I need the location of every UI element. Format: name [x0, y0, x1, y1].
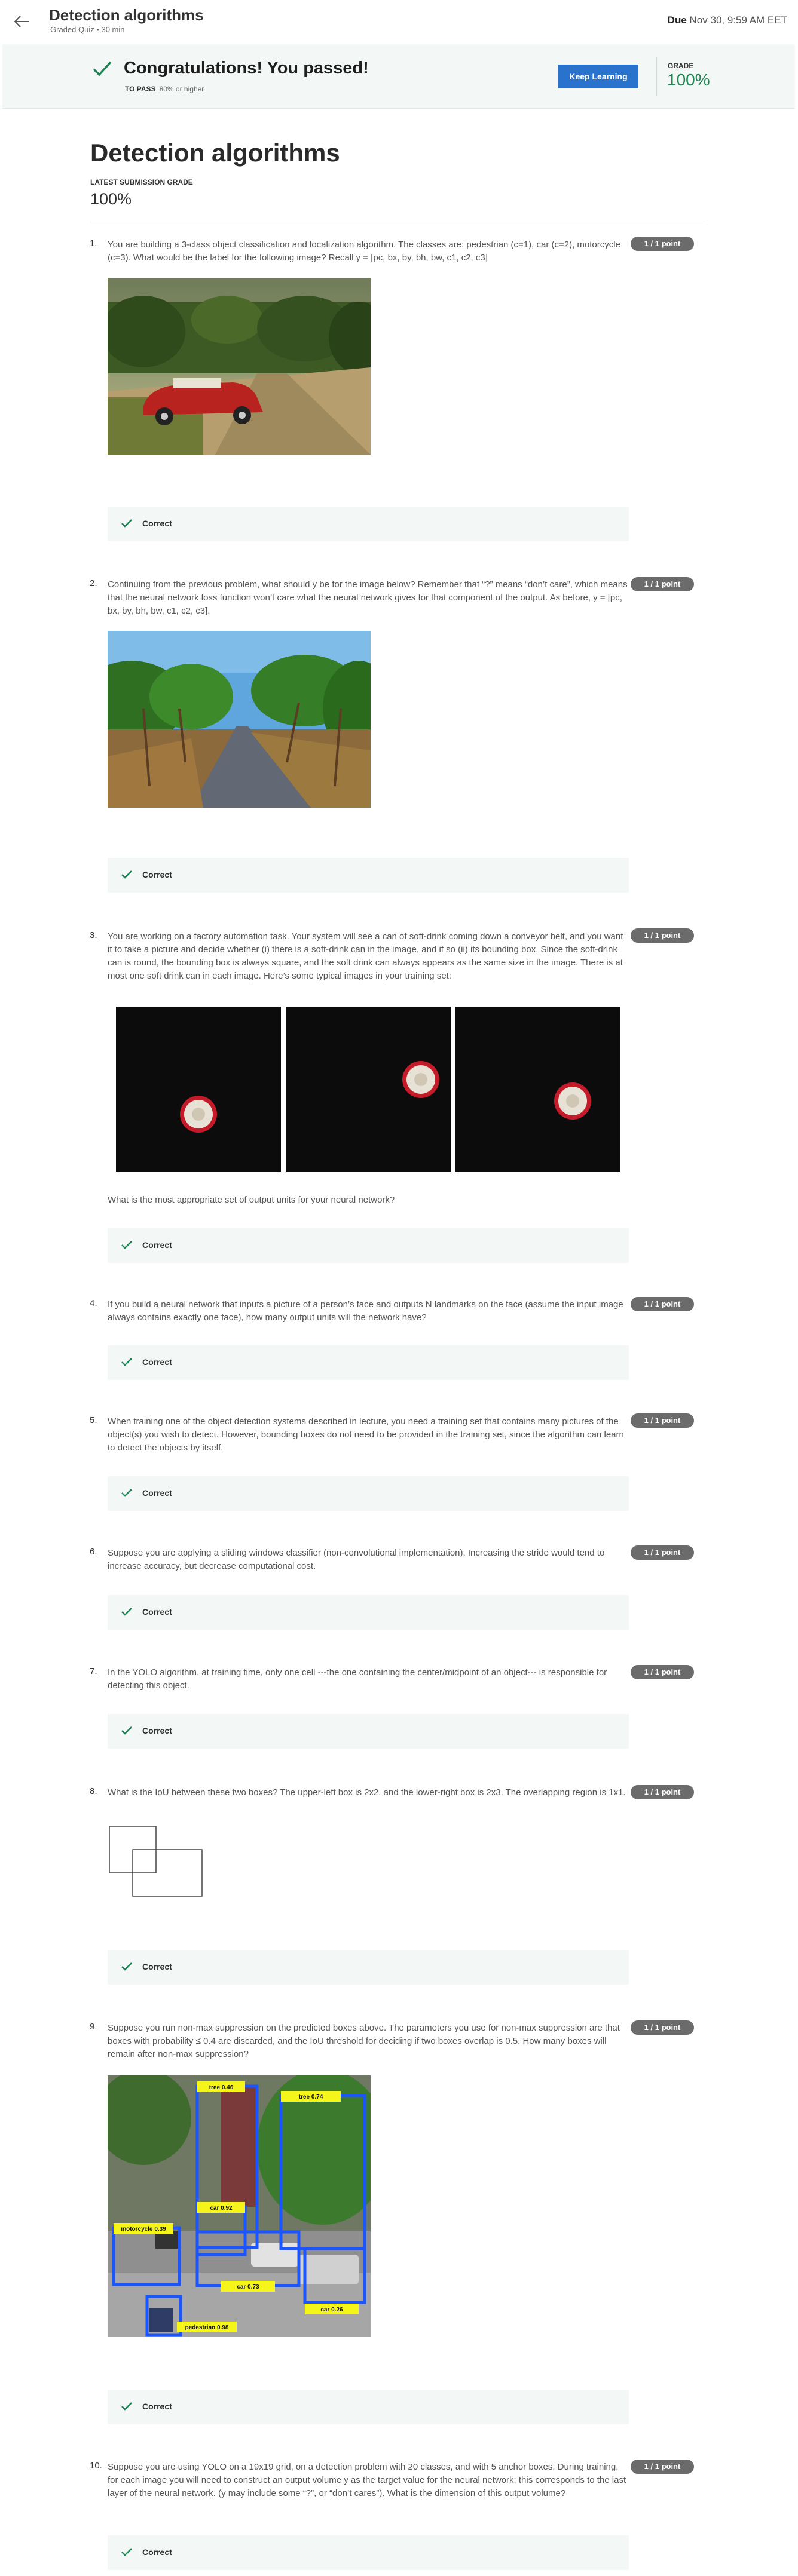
- detection-label: car 0.26: [320, 2307, 343, 2313]
- feedback-correct: Correct: [108, 858, 629, 893]
- due-label: Due: [667, 14, 687, 26]
- check-icon: [121, 1489, 132, 1497]
- question-text: What is the IoU between these two boxes?…: [108, 1787, 626, 1798]
- check-icon: [121, 1962, 132, 1971]
- feedback-label: Correct: [142, 1240, 172, 1250]
- feedback-correct: Correct: [108, 1714, 629, 1749]
- pass-requirement: TO PASS 80% or higher: [125, 85, 204, 93]
- points-badge: 1 / 1 point: [631, 1413, 694, 1428]
- tree-road-image: [108, 631, 371, 808]
- due-date: Due Nov 30, 9:59 AM EET: [668, 14, 787, 26]
- feedback-label: Correct: [142, 1962, 172, 1971]
- detection-label: tree 0.74: [299, 2094, 323, 2100]
- feedback-correct: Correct: [108, 1950, 629, 1985]
- question-number: 2.: [90, 578, 97, 588]
- question-followup: What is the most appropriate set of outp…: [108, 1195, 395, 1205]
- question-number: 4.: [90, 1298, 97, 1308]
- back-arrow-icon[interactable]: [11, 11, 32, 32]
- check-icon: [121, 1608, 132, 1616]
- points-badge: 1 / 1 point: [631, 1297, 694, 1311]
- check-icon: [121, 2548, 132, 2556]
- detection-label: tree 0.46: [209, 2084, 234, 2091]
- page-title: Detection algorithms: [90, 139, 340, 167]
- quiz-subtitle: Graded Quiz • 30 min: [50, 25, 125, 34]
- to-pass-label: TO PASS: [125, 85, 156, 93]
- top-bar: Detection algorithms Graded Quiz • 30 mi…: [0, 0, 798, 44]
- feedback-correct: Correct: [108, 2390, 629, 2424]
- question-text: In the YOLO algorithm, at training time,…: [108, 1667, 607, 1691]
- check-icon: [121, 2402, 132, 2411]
- latest-grade-value: 100%: [90, 190, 132, 208]
- points-badge: 1 / 1 point: [631, 1785, 694, 1799]
- latest-grade-label: LATEST SUBMISSION GRADE: [90, 178, 193, 186]
- question-text: You are working on a factory automation …: [108, 931, 623, 981]
- feedback-label: Correct: [142, 1726, 172, 1735]
- feedback-label: Correct: [142, 2402, 172, 2411]
- feedback-correct: Correct: [108, 2535, 629, 2570]
- points-badge: 1 / 1 point: [631, 1545, 694, 1560]
- detection-label: car 0.92: [210, 2205, 233, 2212]
- question-number: 1.: [90, 238, 97, 249]
- detection-label: motorcycle 0.39: [121, 2226, 166, 2232]
- question-number: 10.: [90, 2461, 102, 2471]
- points-badge: 1 / 1 point: [631, 237, 694, 251]
- feedback-correct: Correct: [108, 1228, 629, 1263]
- feedback-label: Correct: [142, 870, 172, 879]
- points-badge: 1 / 1 point: [631, 2460, 694, 2474]
- grade-value: 100%: [667, 70, 710, 89]
- check-icon: [121, 1726, 132, 1735]
- detection-label: car 0.73: [237, 2284, 259, 2290]
- detection-label: pedestrian 0.98: [185, 2324, 229, 2331]
- points-badge: 1 / 1 point: [631, 1665, 694, 1679]
- feedback-label: Correct: [142, 1488, 172, 1498]
- feedback-label: Correct: [142, 1607, 172, 1617]
- to-pass-value: 80% or higher: [159, 85, 204, 93]
- feedback-label: Correct: [142, 2547, 172, 2557]
- grade-divider: [656, 57, 657, 96]
- soft-drink-can-image: [116, 1007, 281, 1172]
- check-icon: [121, 1358, 132, 1366]
- question-number: 6.: [90, 1547, 97, 1557]
- due-value: Nov 30, 9:59 AM EET: [689, 14, 787, 26]
- points-badge: 1 / 1 point: [631, 577, 694, 591]
- feedback-label: Correct: [142, 519, 172, 528]
- iou-boxes-diagram: [108, 1824, 209, 1902]
- check-icon: [121, 519, 132, 528]
- question-text: Suppose you are applying a sliding windo…: [108, 1548, 605, 1571]
- grade-label: GRADE: [668, 62, 694, 70]
- question-text: If you build a neural network that input…: [108, 1299, 623, 1323]
- question-text: When training one of the object detectio…: [108, 1416, 624, 1453]
- check-icon: [121, 1241, 132, 1249]
- detection-boxes-image: tree 0.46 tree 0.74 car 0.92 motorcycle …: [108, 2075, 371, 2337]
- feedback-correct: Correct: [108, 1595, 629, 1630]
- feedback-correct: Correct: [108, 507, 629, 541]
- feedback-correct: Correct: [108, 1476, 629, 1511]
- feedback-label: Correct: [142, 1357, 172, 1367]
- question-number: 5.: [90, 1415, 97, 1425]
- feedback-correct: Correct: [108, 1345, 629, 1380]
- question-number: 9.: [90, 2022, 97, 2032]
- keep-learning-button[interactable]: Keep Learning: [558, 65, 638, 88]
- points-badge: 1 / 1 point: [631, 928, 694, 943]
- question-text: Suppose you run non-max suppression on t…: [108, 2023, 620, 2059]
- question-number: 3.: [90, 930, 97, 940]
- pass-message: Congratulations! You passed!: [124, 59, 369, 78]
- soft-drink-can-image: [286, 1007, 451, 1172]
- points-badge: 1 / 1 point: [631, 2020, 694, 2035]
- car-road-image: [108, 278, 371, 455]
- check-icon: [93, 61, 112, 76]
- pass-banner: Congratulations! You passed! TO PASS 80% …: [2, 44, 795, 109]
- soft-drink-can-image: [455, 1007, 620, 1172]
- question-number: 7.: [90, 1666, 97, 1676]
- question-number: 8.: [90, 1786, 97, 1796]
- check-icon: [121, 870, 132, 879]
- question-text: Suppose you are using YOLO on a 19x19 gr…: [108, 2462, 626, 2498]
- quiz-title: Detection algorithms: [49, 6, 204, 24]
- question-text: Continuing from the previous problem, wh…: [108, 579, 628, 616]
- question-text: You are building a 3-class object classi…: [108, 240, 620, 263]
